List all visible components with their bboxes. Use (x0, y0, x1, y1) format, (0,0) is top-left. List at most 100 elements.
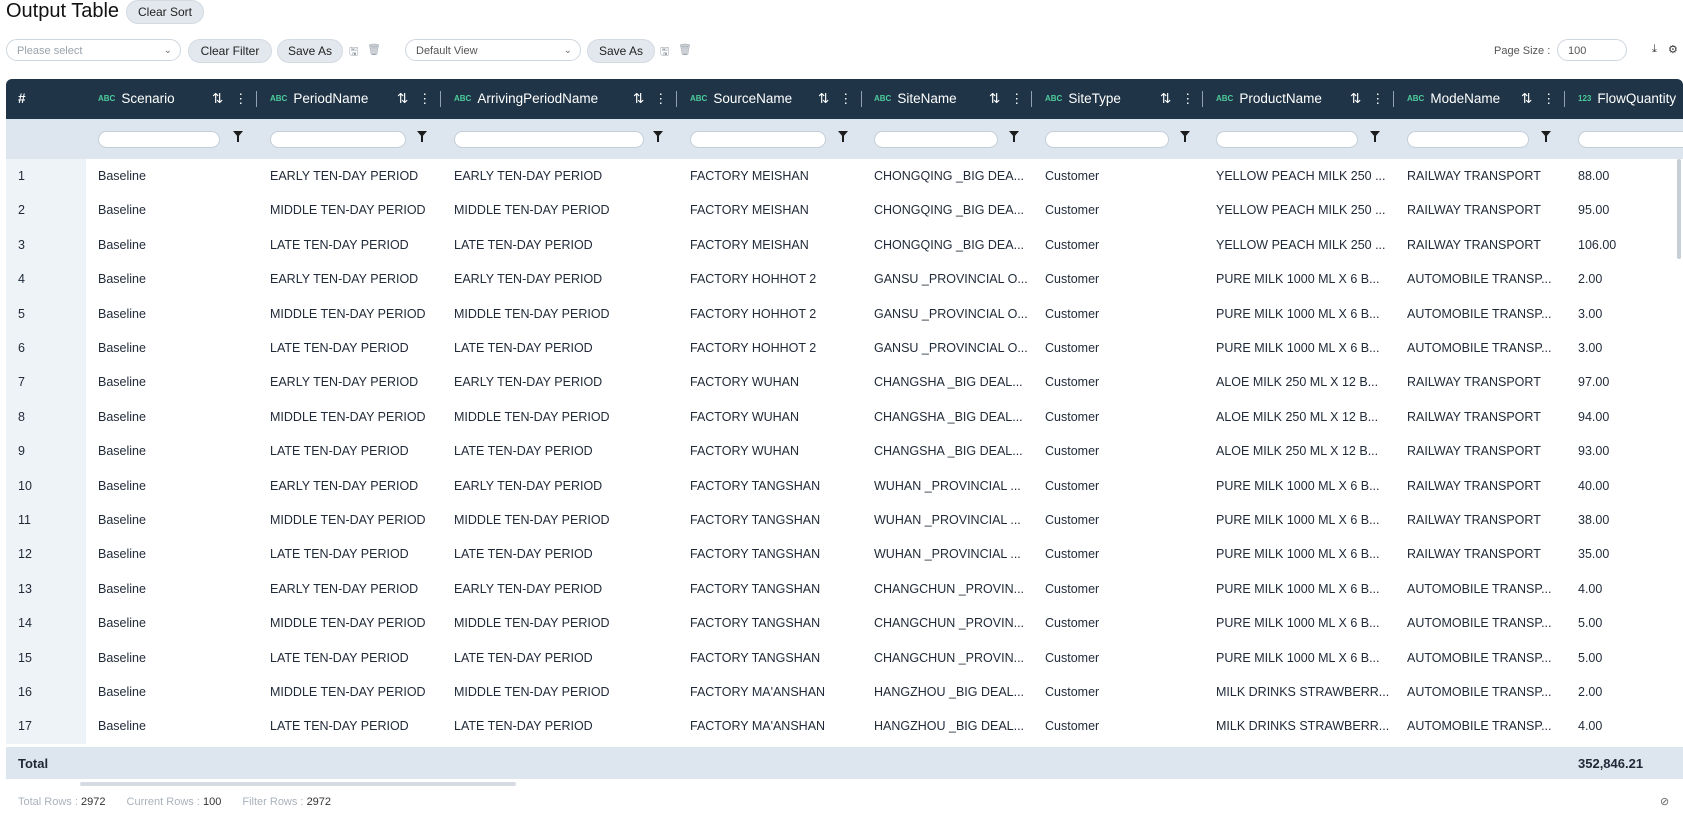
filter-icon[interactable] (417, 131, 427, 142)
column-resize-handle[interactable] (861, 91, 862, 107)
horizontal-scrollbar[interactable] (80, 782, 516, 786)
table-row[interactable]: 6 Baseline LATE TEN-DAY PERIOD LATE TEN-DAY… (6, 331, 1683, 366)
filter-icon[interactable] (653, 131, 663, 142)
sort-icon[interactable]: ⇅ (1350, 79, 1361, 119)
filter-input-scenario[interactable] (98, 131, 220, 148)
cell-sitetype: Customer (1045, 341, 1100, 355)
column-menu-icon[interactable]: ⋮ (1010, 79, 1024, 119)
column-resize-handle[interactable] (1202, 91, 1203, 107)
cell-scenario: Baseline (98, 616, 146, 631)
text-type-icon: ABC (1216, 94, 1234, 104)
filter-icon[interactable] (1180, 131, 1190, 142)
clear-sort-button[interactable]: Clear Sort (126, 0, 204, 24)
table-row[interactable]: 7 Baseline EARLY TEN-DAY PERIOD EARLY TEN-D… (6, 365, 1683, 400)
sort-icon[interactable]: ⇅ (212, 79, 223, 119)
table-row[interactable]: 1 Baseline EARLY TEN-DAY PERIOD EARLY TEN-D… (6, 159, 1683, 194)
cell-periodname: EARLY TEN-DAY PERIOD (270, 478, 419, 493)
column-header-scenario[interactable]: ABC Scenario (98, 79, 175, 119)
column-menu-icon[interactable]: ⋮ (1371, 79, 1385, 119)
column-resize-handle[interactable] (1031, 91, 1032, 107)
column-menu-icon[interactable]: ⋮ (1181, 79, 1195, 119)
clear-filter-button[interactable]: Clear Filter (188, 39, 272, 63)
sort-icon[interactable]: ⇅ (818, 79, 829, 119)
table-row[interactable]: 12 Baseline LATE TEN-DAY PERIOD LATE TEN-DA… (6, 537, 1683, 572)
filter-input-sitetype[interactable] (1045, 131, 1169, 148)
save-as-filter-button[interactable]: Save As (277, 39, 343, 63)
cell-sourcename: FACTORY TANGSHAN (690, 581, 821, 596)
table-row[interactable]: 10 Baseline EARLY TEN-DAY PERIOD EARLY TEN-… (6, 468, 1683, 503)
sort-icon[interactable]: ⇅ (1160, 79, 1171, 119)
filter-select[interactable]: Please select ⌄ (6, 39, 181, 61)
filter-input-periodname[interactable] (270, 131, 406, 148)
table-row[interactable]: 3 Baseline LATE TEN-DAY PERIOD LATE TEN-DAY… (6, 227, 1683, 263)
table-row[interactable]: 4 Baseline EARLY TEN-DAY PERIOD EARLY TEN-D… (6, 262, 1683, 297)
table-row[interactable]: 15 Baseline LATE TEN-DAY PERIOD LATE TEN-DA… (6, 640, 1683, 675)
sort-icon[interactable]: ⇅ (397, 79, 408, 119)
filter-input-flowquantity[interactable] (1578, 131, 1683, 148)
delete-icon[interactable]: 🗑 (367, 43, 381, 56)
column-resize-handle[interactable] (256, 91, 257, 107)
column-menu-icon[interactable]: ⋮ (839, 79, 853, 119)
cell-sitename: GANSU _PROVINCIAL O... (874, 272, 1028, 287)
table-row[interactable]: 17 Baseline LATE TEN-DAY PERIOD LATE TEN-DA… (6, 709, 1683, 744)
table-row[interactable]: 2 Baseline MIDDLE TEN-DAY PERIOD MIDDLE TEN… (6, 193, 1683, 228)
delete-icon[interactable]: 🗑 (678, 43, 692, 56)
column-header-modename[interactable]: ABC ModeName (1407, 79, 1500, 119)
filter-icon[interactable] (1541, 131, 1551, 142)
column-header-arrivingperiodname[interactable]: ABC ArrivingPeriodName (454, 79, 598, 119)
column-menu-icon[interactable]: ⋮ (234, 79, 248, 119)
cell-arrivingperiodname: MIDDLE TEN-DAY PERIOD (454, 306, 610, 321)
table-row[interactable]: 9 Baseline LATE TEN-DAY PERIOD LATE TEN-DAY… (6, 434, 1683, 469)
column-header-flowquantity[interactable]: 123 FlowQuantity (1578, 79, 1676, 119)
filter-input-productname[interactable] (1216, 131, 1358, 148)
column-header-productname[interactable]: ABC ProductName (1216, 79, 1322, 119)
column-resize-handle[interactable] (1393, 91, 1394, 107)
table-row[interactable]: 5 Baseline MIDDLE TEN-DAY PERIOD MIDDLE TEN… (6, 296, 1683, 331)
download-icon[interactable]: ⤓ (1652, 43, 1657, 56)
table-row[interactable]: 16 Baseline MIDDLE TEN-DAY PERIOD MIDDLE TE… (6, 675, 1683, 710)
cell-periodname: EARLY TEN-DAY PERIOD (270, 375, 419, 390)
column-header-sitetype[interactable]: ABC SiteType (1045, 79, 1121, 119)
cell-sitetype: Customer (1045, 169, 1100, 183)
text-type-icon: ABC (270, 94, 288, 104)
sort-icon[interactable]: ⇅ (989, 79, 1000, 119)
eye-off-icon[interactable]: ⊘ (1660, 795, 1669, 808)
cell-index: 4 (18, 272, 25, 287)
column-resize-handle[interactable] (1564, 91, 1565, 107)
column-resize-handle[interactable] (676, 91, 677, 107)
table-row[interactable]: 8 Baseline MIDDLE TEN-DAY PERIOD MIDDLE TEN… (6, 399, 1683, 435)
column-header-sitename[interactable]: ABC SiteName (874, 79, 957, 119)
table-row[interactable]: 13 Baseline EARLY TEN-DAY PERIOD EARLY TEN-… (6, 571, 1683, 607)
filter-icon[interactable] (233, 131, 243, 142)
column-resize-handle[interactable] (440, 91, 441, 107)
cell-index: 13 (18, 581, 32, 596)
page-size-input[interactable]: 100 (1557, 39, 1627, 61)
table-row[interactable]: 14 Baseline MIDDLE TEN-DAY PERIOD MIDDLE TE… (6, 606, 1683, 641)
vertical-scrollbar[interactable] (1677, 159, 1681, 259)
column-header-periodname[interactable]: ABC PeriodName (270, 79, 368, 119)
column-menu-icon[interactable]: ⋮ (1542, 79, 1556, 119)
filter-input-sitename[interactable] (874, 131, 998, 148)
column-menu-icon[interactable]: ⋮ (654, 79, 668, 119)
save-as-view-button[interactable]: Save As (587, 39, 655, 63)
view-select[interactable]: Default View ⌄ (405, 39, 581, 61)
cell-arrivingperiodname: MIDDLE TEN-DAY PERIOD (454, 409, 610, 424)
column-menu-icon[interactable]: ⋮ (418, 79, 432, 119)
cell-scenario: Baseline (98, 375, 146, 390)
filter-icon[interactable] (838, 131, 848, 142)
sort-icon[interactable]: ⇅ (1521, 79, 1532, 119)
save-icon[interactable]: 🖫 (660, 43, 669, 62)
sort-icon[interactable]: ⇅ (633, 79, 644, 119)
column-header-sourcename[interactable]: ABC SourceName (690, 79, 792, 119)
column-header-label: SourceName (713, 91, 793, 106)
cell-productname: PURE MILK 1000 ML X 6 B... (1216, 650, 1380, 665)
filter-icon[interactable] (1009, 131, 1019, 142)
filter-icon[interactable] (1370, 131, 1380, 142)
save-icon[interactable]: 🖫 (349, 43, 358, 62)
gear-icon[interactable]: ⚙ (1668, 43, 1678, 56)
filter-input-modename[interactable] (1407, 131, 1529, 148)
cell-scenario: Baseline (98, 719, 146, 734)
table-row[interactable]: 11 Baseline MIDDLE TEN-DAY PERIOD MIDDLE TE… (6, 503, 1683, 538)
filter-input-sourcename[interactable] (690, 131, 826, 148)
filter-input-arrivingperiodname[interactable] (454, 131, 644, 148)
